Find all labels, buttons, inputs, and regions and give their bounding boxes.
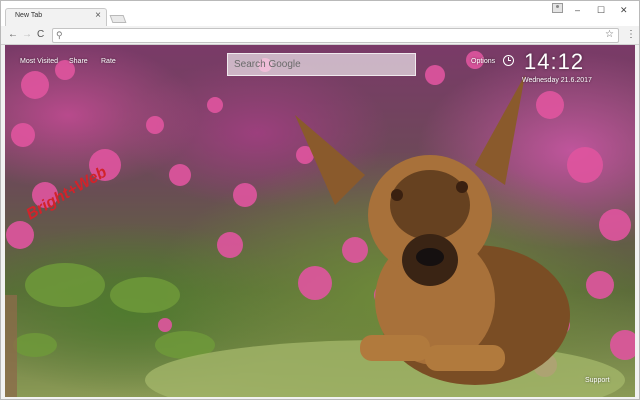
support-link[interactable]: Support (585, 377, 610, 384)
bookmark-star-icon[interactable]: ☆ (605, 29, 614, 40)
background-photo: Bright+Web (5, 51, 635, 397)
search-input[interactable] (228, 54, 415, 75)
share-link[interactable]: Share (69, 58, 88, 65)
address-bar[interactable]: ⚲ ☆ (52, 28, 619, 43)
new-tab-button[interactable] (109, 15, 127, 23)
rate-link[interactable]: Rate (101, 58, 116, 65)
tab-new-tab[interactable]: New Tab × (5, 8, 107, 26)
clock-icon[interactable] (503, 55, 514, 66)
browser-menu-icon[interactable]: ⋮ (626, 29, 636, 41)
options-link[interactable]: Options (471, 58, 495, 65)
forward-arrow-icon[interactable]: → (22, 29, 32, 41)
reload-icon[interactable]: C (37, 29, 44, 41)
most-visited-link[interactable]: Most Visited (20, 58, 58, 65)
minimize-icon[interactable]: – (575, 5, 580, 15)
maximize-icon[interactable]: ☐ (597, 5, 605, 15)
clock-time: 14:12 (524, 49, 585, 74)
clock-date: Wednesday 21.6.2017 (522, 77, 592, 84)
browser-toolbar: ← → C ⚲ ☆ ⋮ (1, 26, 639, 45)
tab-title: New Tab (15, 12, 43, 19)
close-tab-icon[interactable]: × (95, 10, 101, 22)
tab-strip: New Tab × – ☐ ✕ (1, 1, 639, 26)
search-icon: ⚲ (56, 30, 63, 40)
user-profile-icon[interactable] (552, 3, 563, 13)
new-tab-page: Bright+Web Most Visited Share Rate Optio… (5, 45, 635, 397)
google-search-box[interactable] (227, 53, 416, 76)
back-arrow-icon[interactable]: ← (8, 29, 18, 41)
close-window-icon[interactable]: ✕ (620, 5, 628, 15)
browser-window: New Tab × – ☐ ✕ ← → C ⚲ ☆ ⋮ Bright+Web M… (0, 0, 640, 400)
